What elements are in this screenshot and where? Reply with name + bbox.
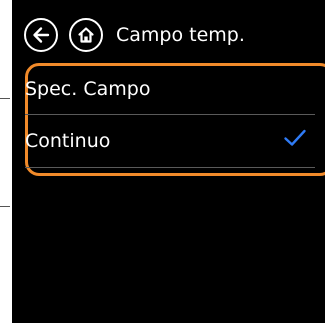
option-divider	[25, 167, 315, 168]
back-arrow-icon	[33, 27, 50, 43]
margin-tick	[0, 98, 10, 99]
home-button[interactable]	[69, 18, 103, 52]
option-spec-campo[interactable]: Spec. Campo	[25, 78, 150, 100]
home-icon	[78, 27, 94, 43]
back-button[interactable]	[24, 18, 58, 52]
option-divider	[25, 114, 315, 115]
option-continuo[interactable]: Continuo	[25, 130, 110, 152]
page-title: Campo temp.	[116, 24, 245, 46]
device-screen: Campo temp. Spec. Campo Continuo	[12, 0, 325, 323]
page: Campo temp. Spec. Campo Continuo	[0, 0, 325, 323]
checkmark-icon	[283, 128, 307, 152]
margin-tick	[0, 206, 10, 207]
header: Campo temp.	[24, 16, 245, 54]
